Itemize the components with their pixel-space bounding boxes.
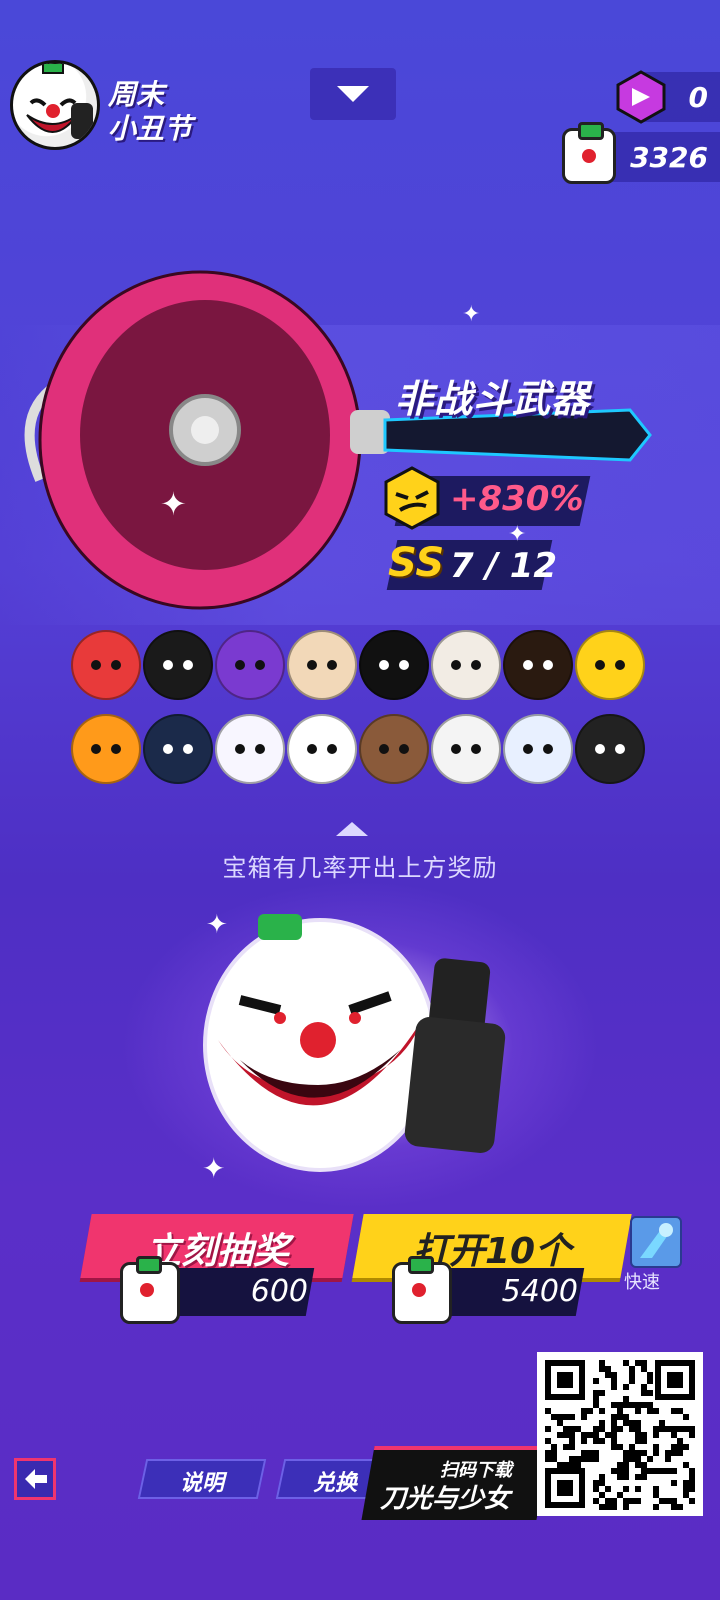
- svg-text:✦: ✦: [160, 485, 187, 523]
- box-head-reward: [431, 714, 501, 784]
- sparkle-icon: ✦: [508, 522, 527, 547]
- nutcracker-hat-reward: [71, 630, 141, 700]
- promo-game-name: 刀光与少女: [380, 1484, 511, 1514]
- clown-chest-icon[interactable]: [200, 900, 520, 1190]
- ticket-currency[interactable]: 3326: [562, 122, 720, 184]
- black-bunny-reward: [359, 630, 429, 700]
- sparkle-icon: ✦: [206, 910, 228, 940]
- download-qr-code: [537, 1352, 703, 1516]
- fast-run-icon: [640, 1223, 673, 1258]
- skull-hood-reward: [575, 714, 645, 784]
- open10-cost-value: 5400: [501, 1274, 578, 1309]
- clown-face-icon: [26, 63, 93, 139]
- draw-cost-value: 600: [250, 1274, 308, 1309]
- purple-gem-icon: [616, 70, 666, 124]
- sparkle-icon: ✦: [202, 1152, 226, 1185]
- gem-currency[interactable]: 0: [616, 70, 720, 124]
- fast-mode-label: 快速: [624, 1272, 660, 1293]
- fish-head-reward: [503, 714, 573, 784]
- weapon-rank-grade: SS: [388, 540, 445, 586]
- ticket-count: 3326: [630, 141, 708, 174]
- bear-head-reward: [359, 714, 429, 784]
- event-dropdown-button[interactable]: [310, 68, 396, 120]
- rider-helmet-reward: [215, 630, 285, 700]
- weapon-rank-count: 7 / 12: [450, 546, 558, 586]
- event-title-line2: 小丑节: [108, 112, 193, 145]
- qr-code-image: [545, 1360, 695, 1510]
- gem-count: 0: [688, 81, 708, 114]
- info-label: 说明: [179, 1471, 224, 1496]
- arrow-left-icon: [25, 1469, 47, 1489]
- rewards-hint-text: 宝箱有几率开出上方奖励: [222, 854, 498, 882]
- black-hair-halo-reward: [143, 630, 213, 700]
- clown-head-reward: [287, 714, 357, 784]
- emoji-face-icon: [384, 466, 440, 530]
- chevron-down-icon: [337, 86, 369, 102]
- yellow-block-head-reward: [575, 630, 645, 700]
- orange-visor-helmet-reward: [503, 630, 573, 700]
- clown-ticket-icon: [562, 122, 616, 184]
- knight-helmet-reward: [143, 714, 213, 784]
- caret-up-icon: [336, 822, 368, 836]
- fast-mode-toggle[interactable]: [630, 1216, 682, 1268]
- reward-preview-grid: [70, 630, 650, 784]
- skull-horns-reward: [431, 630, 501, 700]
- weapon-bonus-value: +830%: [450, 479, 584, 519]
- open10-cost-ticket-icon: [392, 1256, 452, 1324]
- white-bunny-reward: [215, 714, 285, 784]
- sparkle-icon: ✦: [462, 302, 481, 327]
- back-button[interactable]: [14, 1458, 56, 1500]
- pumpkin-reward: [71, 714, 141, 784]
- weapon-type-label: 非战斗武器: [395, 377, 591, 421]
- blonde-hair-reward: [287, 630, 357, 700]
- frying-pan-weapon: ✦: [24, 270, 652, 610]
- event-title-line1: 周末: [108, 78, 165, 111]
- event-title: 周末 小丑节: [108, 78, 308, 146]
- event-clown-avatar: [10, 60, 100, 150]
- draw-cost-ticket-icon: [120, 1256, 180, 1324]
